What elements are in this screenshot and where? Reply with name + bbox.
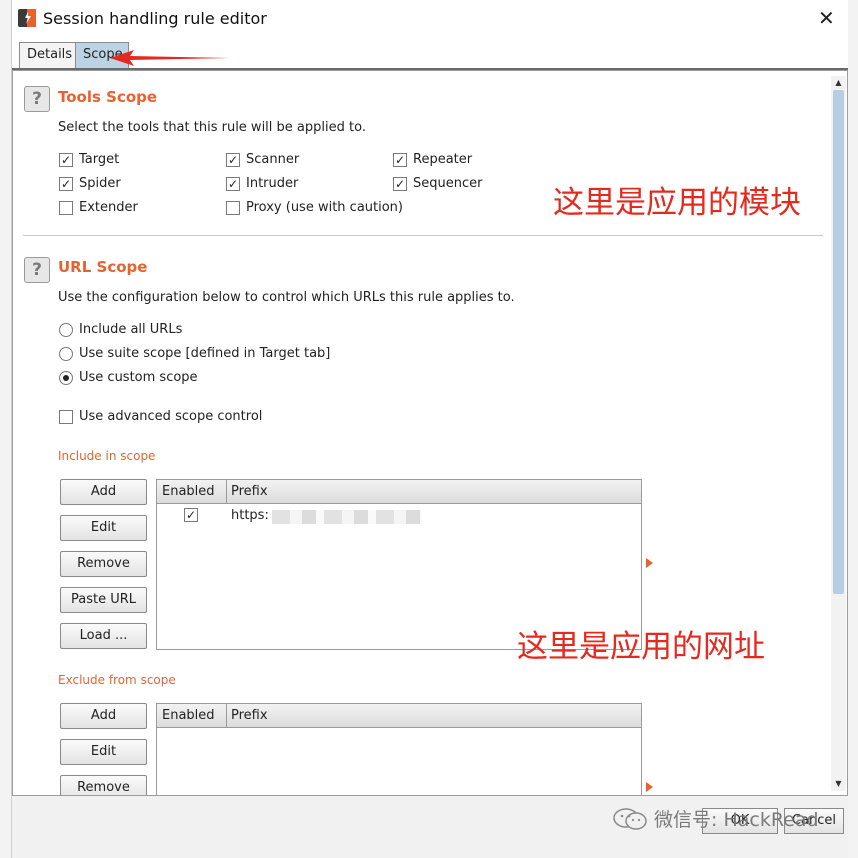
expand-arrow-icon[interactable] bbox=[646, 782, 653, 792]
table-row[interactable]: ✓ https: bbox=[157, 504, 641, 526]
radio-suite-scope[interactable]: Use suite scope [defined in Target tab] bbox=[59, 346, 330, 361]
row-prefix: https: bbox=[231, 508, 269, 523]
watermark-text: 微信号: HackRead bbox=[654, 809, 819, 831]
exclude-edit-button[interactable]: Edit bbox=[60, 739, 147, 765]
checkbox-unchecked-icon[interactable] bbox=[59, 200, 73, 215]
scroll-up-icon[interactable]: ▲ bbox=[833, 78, 844, 88]
radio-custom-scope[interactable]: Use custom scope bbox=[59, 370, 198, 385]
column-prefix[interactable]: Prefix bbox=[231, 708, 268, 723]
checkbox-sequencer[interactable]: ✓ Sequencer bbox=[393, 176, 482, 191]
title-bar: Session handling rule editor ✕ bbox=[12, 0, 848, 38]
checkbox-scanner[interactable]: ✓ Scanner bbox=[226, 152, 299, 167]
url-scope-title: URL Scope bbox=[58, 258, 148, 276]
tools-scope-description: Select the tools that this rule will be … bbox=[58, 120, 366, 135]
column-enabled[interactable]: Enabled bbox=[162, 484, 215, 499]
tab-details[interactable]: Details bbox=[19, 42, 81, 68]
row-enabled-checkbox[interactable]: ✓ bbox=[184, 508, 198, 522]
radio-unselected-icon[interactable] bbox=[59, 346, 73, 361]
radio-selected-icon[interactable] bbox=[59, 370, 73, 385]
checkbox-spider[interactable]: ✓ Spider bbox=[59, 176, 121, 191]
exclude-remove-button[interactable]: Remove bbox=[60, 775, 147, 795]
expand-arrow-icon[interactable] bbox=[646, 558, 653, 568]
column-enabled[interactable]: Enabled bbox=[162, 708, 215, 723]
section-divider bbox=[23, 235, 823, 236]
close-icon[interactable]: ✕ bbox=[818, 8, 835, 28]
exclude-from-scope-title: Exclude from scope bbox=[58, 673, 176, 687]
tools-scope-title: Tools Scope bbox=[58, 88, 158, 106]
column-prefix[interactable]: Prefix bbox=[231, 484, 268, 499]
scroll-down-icon[interactable]: ▼ bbox=[833, 779, 844, 789]
annotation-arrow-icon bbox=[110, 50, 230, 66]
help-icon[interactable]: ? bbox=[24, 86, 50, 112]
scope-panel: ▲ ▼ ? Tools Scope Select the tools that … bbox=[12, 70, 848, 796]
checkbox-extender[interactable]: Extender bbox=[59, 200, 138, 215]
watermark: 微信号: HackRead bbox=[612, 805, 819, 832]
checkbox-advanced-scope[interactable]: Use advanced scope control bbox=[59, 409, 262, 424]
scroll-thumb[interactable] bbox=[833, 90, 844, 594]
exclude-add-button[interactable]: Add bbox=[60, 703, 147, 729]
checkbox-checked-icon[interactable]: ✓ bbox=[226, 152, 240, 167]
checkbox-intruder[interactable]: ✓ Intruder bbox=[226, 176, 298, 191]
radio-include-all-urls[interactable]: Include all URLs bbox=[59, 322, 182, 337]
checkbox-repeater[interactable]: ✓ Repeater bbox=[393, 152, 472, 167]
vertical-scrollbar[interactable]: ▲ ▼ bbox=[831, 76, 846, 791]
include-in-scope-title: Include in scope bbox=[58, 449, 156, 463]
checkbox-checked-icon[interactable]: ✓ bbox=[59, 152, 73, 167]
checkbox-unchecked-icon[interactable] bbox=[226, 200, 240, 215]
background-window-left-edge bbox=[0, 0, 12, 858]
exclude-table[interactable]: Enabled Prefix bbox=[156, 703, 642, 795]
checkbox-unchecked-icon[interactable] bbox=[59, 409, 73, 424]
table-header: Enabled Prefix bbox=[157, 704, 641, 728]
checkbox-checked-icon[interactable]: ✓ bbox=[226, 176, 240, 191]
include-edit-button[interactable]: Edit bbox=[60, 515, 147, 541]
checkbox-proxy[interactable]: Proxy (use with caution) bbox=[226, 200, 403, 215]
include-remove-button[interactable]: Remove bbox=[60, 551, 147, 577]
include-load-button[interactable]: Load ... bbox=[60, 623, 147, 649]
checkbox-checked-icon[interactable]: ✓ bbox=[59, 176, 73, 191]
burp-app-icon bbox=[18, 9, 36, 27]
radio-unselected-icon[interactable] bbox=[59, 322, 73, 337]
include-add-button[interactable]: Add bbox=[60, 479, 147, 505]
redacted-url bbox=[272, 510, 422, 524]
annotation-modules: 这里是应用的模块 bbox=[553, 185, 801, 221]
wechat-icon bbox=[613, 807, 647, 830]
checkbox-checked-icon[interactable]: ✓ bbox=[393, 176, 407, 191]
help-icon[interactable]: ? bbox=[24, 257, 50, 283]
table-header: Enabled Prefix bbox=[157, 480, 641, 504]
checkbox-checked-icon[interactable]: ✓ bbox=[393, 152, 407, 167]
url-scope-description: Use the configuration below to control w… bbox=[58, 290, 515, 305]
include-paste-url-button[interactable]: Paste URL bbox=[60, 587, 147, 613]
checkbox-target[interactable]: ✓ Target bbox=[59, 152, 119, 167]
background-window-right-edge bbox=[848, 0, 858, 858]
annotation-urls: 这里是应用的网址 bbox=[517, 629, 765, 665]
window-title: Session handling rule editor bbox=[43, 9, 267, 28]
